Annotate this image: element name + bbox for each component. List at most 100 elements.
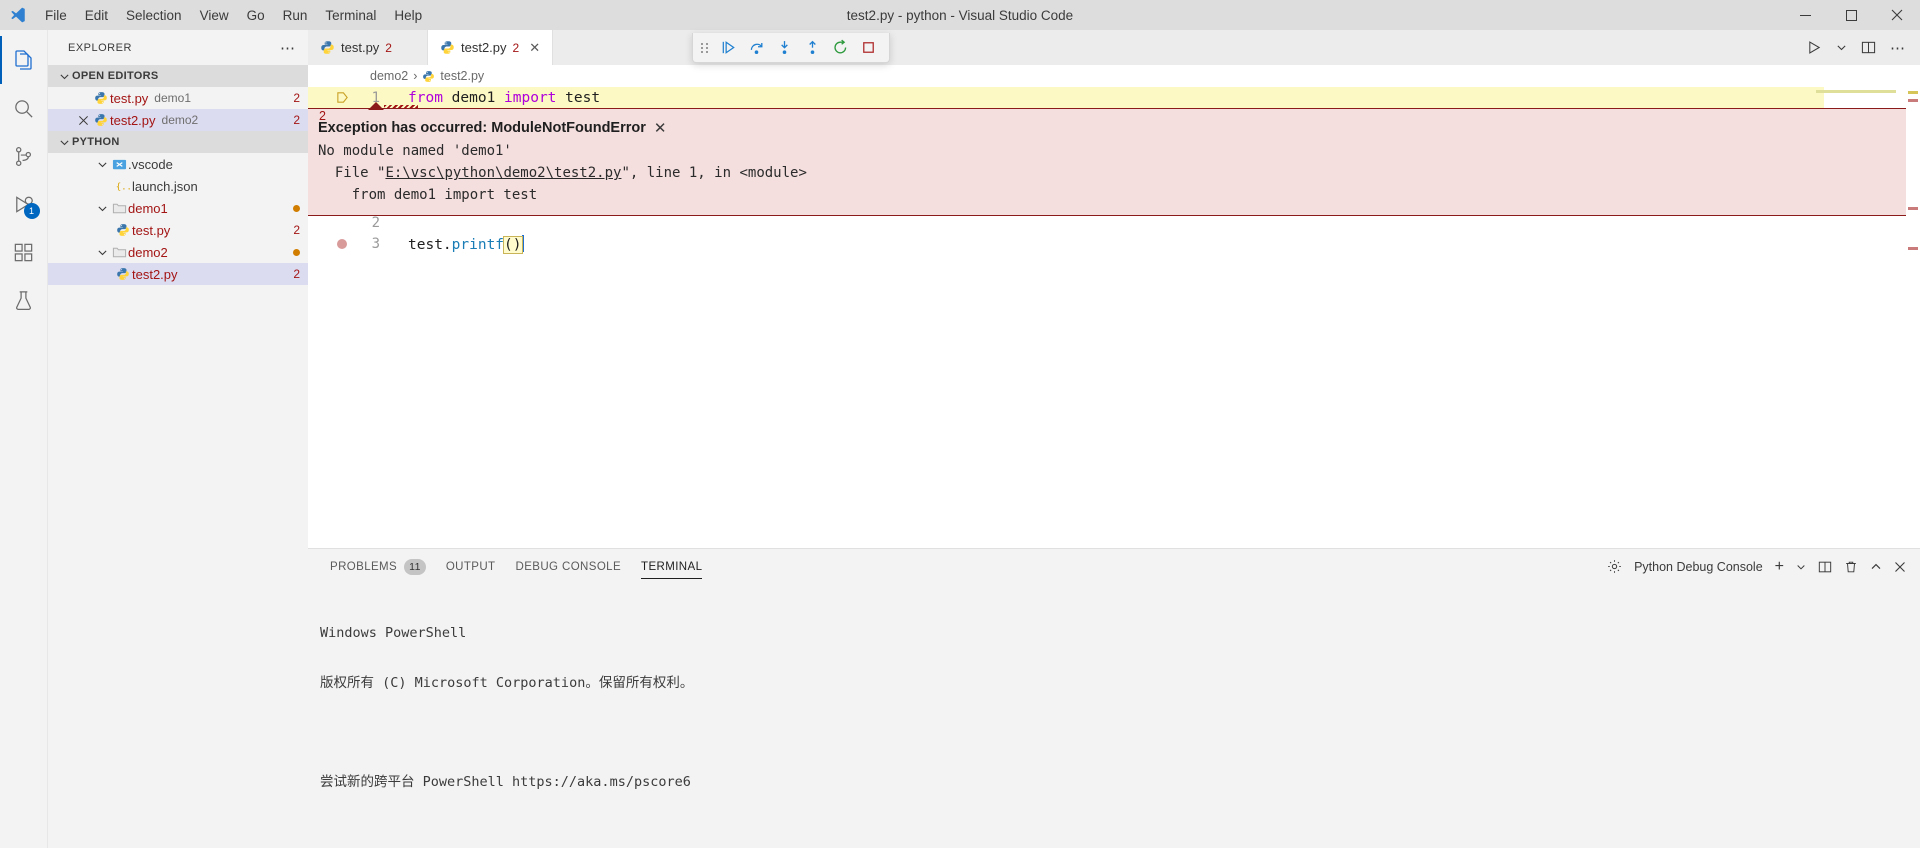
python-icon (114, 267, 132, 281)
tree-item-vscode-folder[interactable]: .vscode (48, 153, 308, 175)
editor-scrollbar[interactable] (1906, 87, 1920, 548)
exception-title-text: Exception has occurred: ModuleNotFoundEr… (318, 120, 646, 136)
activity-item-testing[interactable] (0, 276, 48, 324)
activity-item-run-and-debug[interactable]: 1 (0, 180, 48, 228)
exception-file-link[interactable]: E:\vsc\python\demo2\test2.py (385, 165, 621, 181)
section-python[interactable]: PYTHON (48, 131, 308, 153)
activity-item-source-control[interactable] (0, 132, 48, 180)
run-python-file-icon[interactable] (1807, 40, 1822, 55)
exception-close-icon[interactable]: ✕ (654, 119, 667, 137)
breadcrumb-file[interactable]: test2.py (440, 69, 484, 83)
tree-item-launch-json[interactable]: {..} launch.json (48, 175, 308, 197)
gear-icon[interactable] (1607, 559, 1622, 574)
minimize-button[interactable] (1782, 0, 1828, 30)
menu-file[interactable]: File (36, 4, 76, 27)
chevron-down-icon[interactable] (94, 203, 110, 214)
panel-actions: Python Debug Console + (1607, 558, 1920, 576)
maximize-button[interactable] (1828, 0, 1874, 30)
code-line-1[interactable]: 1 from demo1 import test (308, 87, 1824, 108)
tab-test2-py[interactable]: test2.py 2 ✕ (428, 30, 554, 65)
code-line-2[interactable]: 2 (308, 212, 1824, 233)
panel-tab-output[interactable]: OUTPUT (436, 549, 506, 584)
open-editor-test-py[interactable]: test.py demo1 2 (48, 87, 308, 109)
menu-run[interactable]: Run (274, 4, 317, 27)
menu-help[interactable]: Help (385, 4, 431, 27)
code-editor[interactable]: 1 from demo1 import test Exception has o… (308, 87, 1920, 548)
run-debug-badge: 1 (23, 203, 40, 219)
exception-trace-suffix: ", line 1, in <module> (621, 165, 807, 181)
debug-toolbar[interactable] (692, 33, 890, 63)
window-controls[interactable] (1782, 0, 1920, 30)
open-editor-name: test2.py (110, 112, 156, 128)
tree-item-demo1[interactable]: demo1 (48, 197, 308, 219)
folder-icon (110, 201, 128, 216)
open-editor-test2-py[interactable]: test2.py demo2 2 (48, 109, 308, 131)
sidebar-title: EXPLORER (68, 41, 132, 54)
breadcrumb-folder[interactable]: demo2 (370, 69, 408, 83)
tab-close-icon[interactable]: ✕ (529, 40, 540, 56)
open-editor-folder: demo1 (154, 91, 191, 105)
activity-item-search[interactable] (0, 84, 48, 132)
panel-tab-label: TERMINAL (641, 560, 703, 573)
chevron-down-icon[interactable] (94, 159, 110, 170)
tree-item-label: launch.json (132, 178, 198, 194)
panel-tab-problems[interactable]: PROBLEMS 11 (320, 549, 436, 584)
open-editor-error-count: 2 (293, 113, 300, 127)
breakpoint-dot[interactable] (330, 238, 354, 249)
tree-item-error-count: 2 (293, 223, 300, 237)
menu-go[interactable]: Go (238, 4, 274, 27)
ellipsis-icon[interactable]: ⋯ (1890, 39, 1906, 57)
close-icon[interactable] (74, 115, 92, 126)
menu-edit[interactable]: Edit (76, 4, 117, 27)
tab-test-py[interactable]: test.py 2 (308, 30, 428, 65)
python-icon (92, 91, 110, 105)
activity-item-extensions[interactable] (0, 228, 48, 276)
sidebar-explorer: EXPLORER ⋯ OPEN EDITORS test.py demo1 2 … (48, 30, 308, 848)
code-line-3[interactable]: 3 test.printf() (308, 233, 1824, 254)
terminal-output[interactable]: Windows PowerShell 版权所有 (C) Microsoft Co… (308, 584, 1920, 848)
tree-item-demo2-test2-py[interactable]: test2.py 2 (48, 263, 308, 285)
menu-view[interactable]: View (191, 4, 238, 27)
menu-selection[interactable]: Selection (117, 4, 191, 27)
folder-modified-dot (293, 248, 300, 256)
menu-terminal[interactable]: Terminal (316, 4, 385, 27)
text-cursor (521, 234, 524, 252)
step-out-button[interactable] (799, 36, 825, 60)
panel-tab-label: DEBUG CONSOLE (515, 560, 622, 573)
exception-pointer-icon (368, 102, 384, 110)
editor-group: test.py 2 test2.py 2 ✕ ⋯ demo2 › test2.p… (308, 30, 1920, 848)
exception-widget[interactable]: Exception has occurred: ModuleNotFoundEr… (308, 102, 1912, 216)
step-into-button[interactable] (771, 36, 797, 60)
sidebar-more-actions-icon[interactable]: ⋯ (280, 39, 296, 57)
restart-button[interactable] (827, 36, 853, 60)
tree-item-demo1-test-py[interactable]: test.py 2 (48, 219, 308, 241)
tree-item-label: demo2 (128, 244, 168, 260)
tree-item-demo2[interactable]: demo2 (48, 241, 308, 263)
bottom-panel: PROBLEMS 11 OUTPUT DEBUG CONSOLE TERMINA… (308, 548, 1920, 848)
tree-item-error-count: 2 (293, 267, 300, 281)
code-token-import: import (504, 89, 557, 106)
menu-bar[interactable]: File Edit Selection View Go Run Terminal… (36, 4, 431, 27)
new-terminal-icon[interactable]: + (1775, 558, 1784, 576)
extensions-icon (12, 241, 35, 264)
kill-terminal-icon[interactable] (1844, 560, 1858, 574)
panel-tab-terminal[interactable]: TERMINAL (631, 549, 712, 584)
section-open-editors[interactable]: OPEN EDITORS (48, 65, 308, 87)
step-over-button[interactable] (743, 36, 769, 60)
continue-button[interactable] (715, 36, 741, 60)
new-terminal-dropdown-icon[interactable] (1796, 562, 1806, 572)
stop-button[interactable] (855, 36, 881, 60)
grip-icon[interactable] (701, 42, 709, 53)
split-editor-icon[interactable] (1861, 40, 1876, 55)
breakpoint-hint-icon[interactable] (330, 91, 354, 104)
close-button[interactable] (1874, 0, 1920, 30)
maximize-panel-icon[interactable] (1870, 561, 1882, 573)
chevron-down-icon[interactable] (94, 247, 110, 258)
split-terminal-icon[interactable] (1818, 560, 1832, 574)
terminal-shell-label[interactable]: Python Debug Console (1634, 560, 1763, 574)
close-panel-icon[interactable] (1894, 561, 1906, 573)
chevron-down-icon[interactable] (1836, 42, 1847, 53)
panel-tab-debug-console[interactable]: DEBUG CONSOLE (506, 549, 632, 584)
minimap[interactable] (1814, 87, 1906, 548)
activity-item-explorer[interactable] (0, 36, 48, 84)
